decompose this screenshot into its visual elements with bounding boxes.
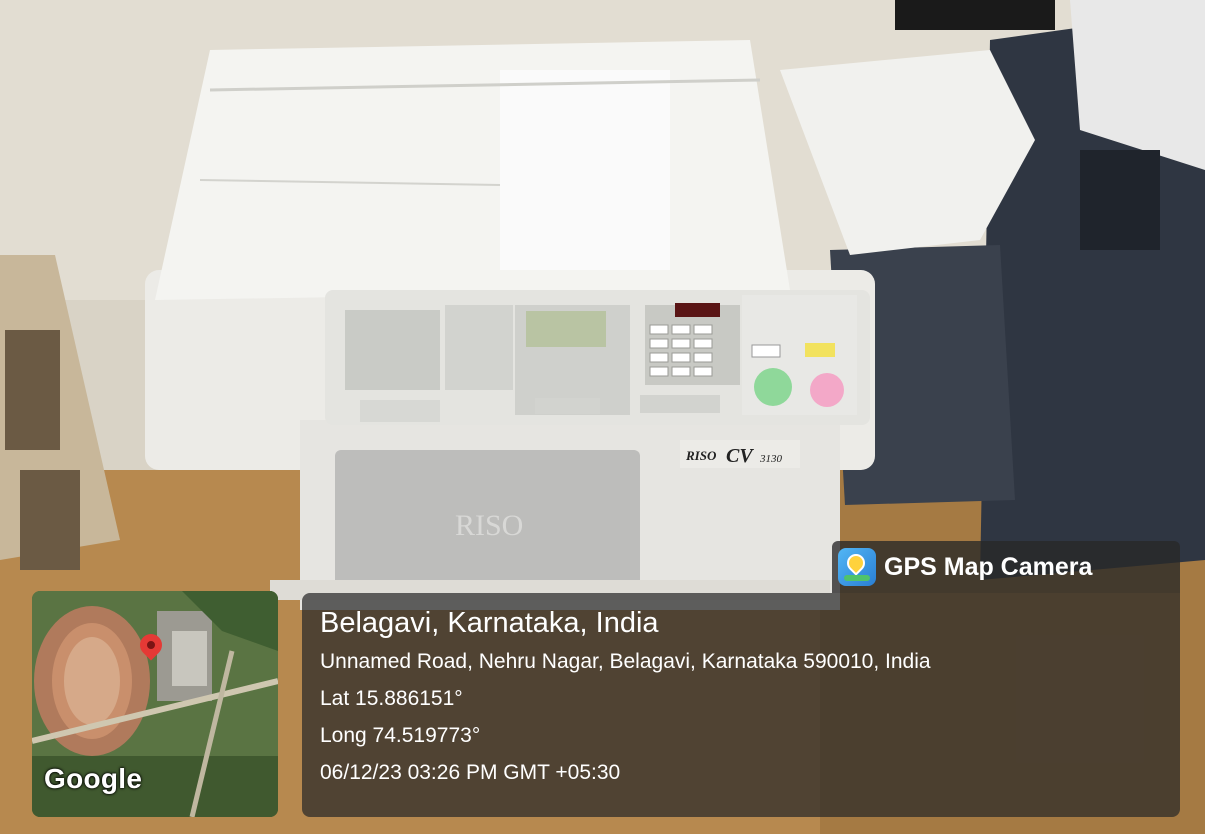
app-name: GPS Map Camera xyxy=(884,552,1093,581)
svg-text:RISO: RISO xyxy=(455,509,523,542)
address-line: Unnamed Road, Nehru Nagar, Belagavi, Kar… xyxy=(320,650,931,673)
place-name: Belagavi, Karnataka, India xyxy=(320,607,659,639)
latitude-line: Lat 15.886151° xyxy=(320,687,463,710)
timestamp-line: 06/12/23 03:26 PM GMT +05:30 xyxy=(320,761,621,784)
map-thumbnail[interactable]: Google xyxy=(32,591,278,817)
svg-text:RISO: RISO xyxy=(685,448,717,463)
map-logo: Google xyxy=(44,763,143,794)
app-badge: GPS Map Camera xyxy=(832,541,1180,593)
svg-text:CV: CV xyxy=(726,445,754,467)
longitude-line: Long 74.519773° xyxy=(320,724,481,747)
location-info-panel: Belagavi, Karnataka, India Unnamed Road,… xyxy=(302,593,1180,817)
svg-text:3130: 3130 xyxy=(759,453,783,465)
gps-map-camera-app-icon xyxy=(838,548,876,586)
